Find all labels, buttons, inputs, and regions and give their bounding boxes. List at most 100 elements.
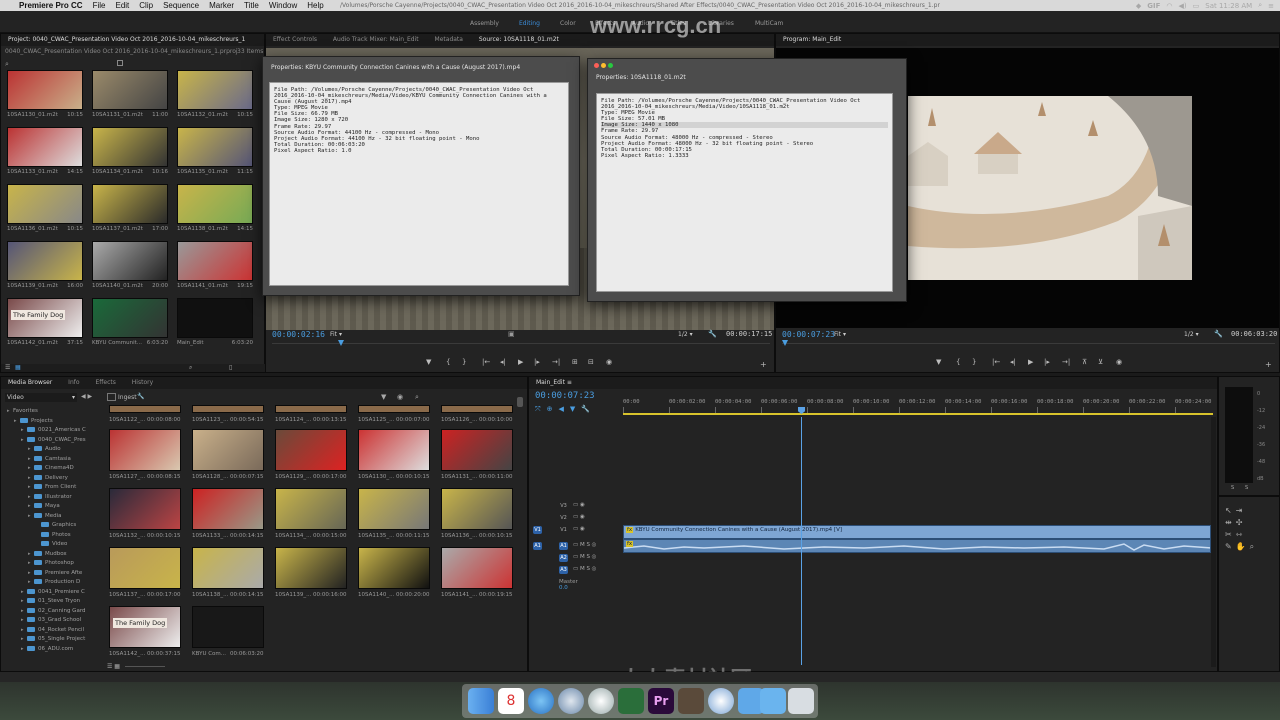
trash-icon[interactable]: ▯	[229, 364, 232, 371]
volume-icon[interactable]: ◀)	[1179, 2, 1187, 10]
tab-source[interactable]: Source: 10SA1118_01.m2t	[472, 34, 566, 46]
media-clip-thumbnail[interactable]	[358, 405, 430, 413]
timeline-tools[interactable]: ⤧⊕◀▼🔧	[535, 405, 596, 414]
battery-icon[interactable]: ▭	[1193, 2, 1200, 10]
tree-folder[interactable]: ▸ 05_Single Project	[21, 635, 85, 645]
icon-view-icon[interactable]: ▦	[15, 364, 21, 371]
tree-folder[interactable]: ▸ Production D	[28, 578, 80, 588]
tree-folder[interactable]: ▸ Favorites	[7, 407, 38, 417]
menu-edit[interactable]: Edit	[110, 1, 134, 10]
media-clip-thumbnail[interactable]	[441, 429, 513, 471]
search-icon[interactable]: ⌕	[1258, 1, 1262, 10]
media-clip-thumbnail[interactable]	[275, 405, 347, 413]
menu-marker[interactable]: Marker	[204, 1, 239, 10]
media-clip-thumbnail[interactable]	[358, 429, 430, 471]
track-target-a2[interactable]: A2	[559, 554, 568, 562]
track-target-v1[interactable]: V1	[559, 526, 568, 534]
lift-icon[interactable]: ⊼	[1082, 358, 1087, 366]
track-mute-solo-icons[interactable]: ▭ M S ◎	[573, 566, 596, 572]
premiere-icon[interactable]: Pr	[648, 688, 674, 714]
track-mute-solo-icons[interactable]: ▭ M S ◎	[573, 542, 596, 548]
tab-metadata[interactable]: Metadata	[428, 34, 470, 46]
source-add-button-icon[interactable]: +	[760, 360, 767, 369]
clock-icon[interactable]	[588, 688, 614, 714]
media-clip-thumbnail[interactable]	[441, 488, 513, 530]
media-type-dropdown[interactable]: Video ▾	[5, 393, 77, 402]
project-clip-thumbnail[interactable]	[177, 184, 253, 224]
extract-icon[interactable]: ⊻	[1098, 358, 1103, 366]
insert-icon[interactable]: ⊞	[572, 358, 578, 366]
timeline-vscroll[interactable]	[1211, 417, 1216, 667]
filter-icon[interactable]: ▼	[381, 393, 386, 401]
track-target-a3[interactable]: A3	[559, 566, 568, 574]
tree-folder[interactable]: ▸ 01_Steve Tryon	[21, 597, 80, 607]
tab-audio-mixer[interactable]: Audio Track Mixer: Main_Edit	[326, 34, 426, 46]
project-clip-thumbnail[interactable]	[7, 127, 83, 167]
source-patch-a1[interactable]: A1	[533, 542, 542, 550]
media-clip-thumbnail[interactable]	[358, 547, 430, 589]
menu-file[interactable]: File	[88, 1, 111, 10]
project-clip-thumbnail[interactable]	[177, 127, 253, 167]
workspace-editing[interactable]: Editing	[519, 20, 540, 27]
source-fit-dropdown[interactable]: Fit ▾	[330, 331, 342, 338]
tab-main-edit[interactable]: Main_Edit ≡	[529, 377, 579, 389]
program-fit-dropdown[interactable]: Fit ▾	[834, 331, 846, 338]
media-clip-thumbnail[interactable]	[109, 547, 181, 589]
program-add-button-icon[interactable]: +	[1265, 360, 1272, 369]
overwrite-icon[interactable]: ⊟	[588, 358, 594, 366]
track-target-a1[interactable]: A1	[559, 542, 568, 550]
go-to-in-icon[interactable]: |←	[482, 358, 490, 366]
program-resolution-dropdown[interactable]: 1/2 ▾	[1184, 331, 1199, 338]
tab-media-browser[interactable]: Media Browser	[1, 377, 59, 389]
photo-icon[interactable]	[678, 688, 704, 714]
master-volume[interactable]: 0.0	[559, 585, 568, 591]
media-clip-thumbnail[interactable]	[192, 606, 264, 648]
project-clip-thumbnail[interactable]	[177, 70, 253, 110]
tree-folder[interactable]: ▸ Media	[28, 512, 62, 522]
mark-in-icon[interactable]: {	[446, 358, 450, 366]
zoom-icon[interactable]	[608, 63, 614, 68]
project-search-icon[interactable]: ⌕	[5, 60, 9, 69]
media-clip-thumbnail[interactable]	[275, 547, 347, 589]
project-clip-thumbnail[interactable]	[7, 70, 83, 110]
play-icon[interactable]: ▶	[518, 358, 523, 366]
media-clip-thumbnail[interactable]	[275, 429, 347, 471]
project-clip-thumbnail[interactable]	[92, 70, 168, 110]
source-resolution-dropdown[interactable]: 1/2 ▾	[678, 331, 693, 338]
project-clip-thumbnail[interactable]	[92, 184, 168, 224]
tree-folder[interactable]: ▸ 03_Grad School	[21, 616, 81, 626]
tab-history[interactable]: History	[125, 377, 160, 389]
tree-folder[interactable]: ▸ 0021_Americas C	[21, 426, 86, 436]
trash-dock-icon[interactable]	[788, 688, 814, 714]
track-lock-eye-icons[interactable]: ▭ ◉	[573, 502, 585, 508]
close-icon[interactable]	[594, 63, 599, 68]
media-clip-thumbnail[interactable]	[441, 405, 513, 413]
add-marker-icon[interactable]: ▼	[426, 358, 431, 366]
tree-folder[interactable]: Graphics	[35, 521, 76, 531]
tree-folder[interactable]: ▸ 0040_CWAC_Pres	[21, 436, 86, 446]
tree-folder[interactable]: ▸ Projects	[14, 417, 53, 427]
calendar-icon[interactable]: 8	[498, 688, 524, 714]
go-to-in-icon[interactable]: |←	[992, 358, 1000, 366]
track-target-v2[interactable]: V2	[559, 514, 568, 522]
tree-folder[interactable]: ▸ 0041_Premiere C	[21, 588, 85, 598]
workspace-multicam[interactable]: MultiCam	[755, 20, 783, 27]
safari-icon[interactable]	[528, 688, 554, 714]
downloads-icon[interactable]	[760, 688, 786, 714]
source-settings-icon[interactable]: 🔧	[708, 330, 717, 338]
tree-folder[interactable]: ▸ Mudbox	[28, 550, 67, 560]
tree-folder[interactable]: ▸ From Client	[28, 483, 76, 493]
gif-badge[interactable]: GIF	[1147, 2, 1160, 10]
audio-clip[interactable]: fx	[623, 539, 1211, 553]
track-target-v3[interactable]: V3	[559, 502, 568, 510]
project-clip-thumbnail[interactable]	[92, 241, 168, 281]
workspace-assembly[interactable]: Assembly	[470, 20, 499, 27]
add-marker-icon[interactable]: ▼	[936, 358, 941, 366]
view-icon[interactable]: ◉	[397, 393, 403, 401]
search-bin-icon[interactable]: ⌕	[189, 364, 192, 372]
program-scrub-bar[interactable]	[782, 343, 1275, 344]
meter-solo-right[interactable]: S	[1245, 485, 1248, 491]
track-mute-solo-icons[interactable]: ▭ M S ◎	[573, 554, 596, 560]
media-zoom-slider[interactable]	[125, 666, 165, 667]
list-icon[interactable]: ≡	[1268, 2, 1274, 10]
